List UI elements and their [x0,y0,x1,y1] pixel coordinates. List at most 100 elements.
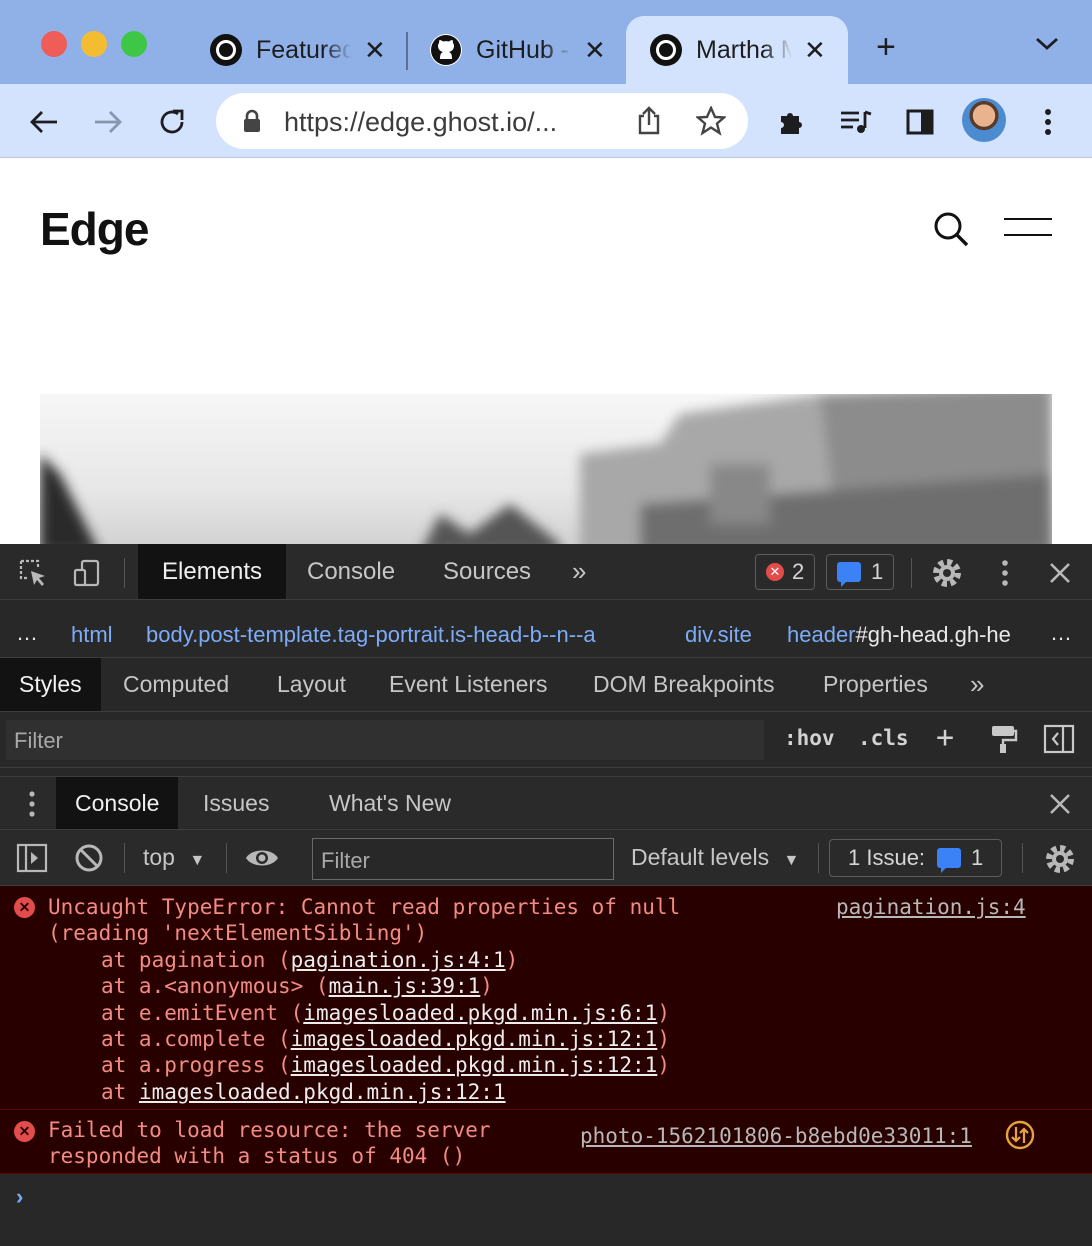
log-levels-dropdown[interactable]: Default levels ▼ [631,844,799,871]
more-tabs-icon[interactable]: » [572,544,586,599]
search-icon[interactable] [932,210,970,253]
devtools-menu-icon[interactable] [988,556,1022,590]
hover-state-toggle[interactable]: :hov [784,726,835,750]
browser-tab-github[interactable]: GitHub - ✕ [430,16,606,84]
console-toolbar: top ▼ Filter Default levels ▼ 1 Issue: 1 [0,830,1092,886]
tab-styles[interactable]: Styles [0,658,101,711]
close-window-button[interactable] [41,31,67,57]
breadcrumb-html[interactable]: html [71,622,113,648]
error-icon: ✕ [14,897,35,918]
live-expression-eye-icon[interactable] [244,846,280,875]
stack-frame: at imagesloaded.pkgd.min.js:12:1 [101,1080,506,1104]
tab-elements[interactable]: Elements [138,544,287,599]
issues-button[interactable]: 1 Issue: 1 [829,839,1003,877]
add-rule-icon[interactable]: + [936,720,954,755]
browser-tab-featured[interactable]: Featured ✕ [210,16,386,84]
tab-title: Martha Milanov [696,35,792,64]
drawer-tab-issues[interactable]: Issues [203,777,269,829]
back-arrow-icon[interactable] [24,102,64,142]
tab-properties[interactable]: Properties [823,658,928,711]
new-tab-icon[interactable]: + [876,30,896,64]
toolbar-divider [911,558,912,588]
minimize-window-button[interactable] [81,31,107,57]
chevron-down-icon[interactable] [1034,36,1060,57]
extensions-puzzle-icon[interactable] [772,102,812,142]
stack-frame-link[interactable]: main.js:39:1 [329,974,481,998]
stack-frame-link[interactable]: imagesloaded.pkgd.min.js:6:1 [303,1001,657,1025]
error-source-link[interactable]: photo-1562101806-b8ebd0e33011:1 [580,1123,972,1149]
tab-strip: Featured ✕ GitHub - ✕ Martha Milanov ✕ + [0,0,1092,84]
message-icon [837,562,861,587]
settings-gear-icon[interactable] [930,556,964,590]
stack-frame: at e.emitEvent (imagesloaded.pkgd.min.js… [101,1001,670,1025]
close-devtools-icon[interactable] [1043,556,1077,590]
close-tab-icon[interactable]: ✕ [364,35,386,66]
show-sidebar-icon[interactable] [16,843,48,878]
forward-arrow-icon[interactable] [88,102,128,142]
drawer-menu-icon[interactable] [28,790,36,823]
reload-icon[interactable] [152,102,192,142]
device-toolbar-icon[interactable] [70,556,104,590]
drawer-tab-console[interactable]: Console [56,777,179,829]
error-text-line: Uncaught TypeError: Cannot read properti… [48,895,681,919]
toolbar-divider [818,843,819,873]
address-bar[interactable]: https://edge.ghost.io/... [216,93,748,149]
tab-title: Featured [256,35,352,64]
console-settings-gear-icon[interactable] [1044,843,1076,880]
breadcrumb-header[interactable]: header#gh-head.gh-he [787,622,1033,648]
media-queue-icon[interactable] [836,102,876,142]
context-selector[interactable]: top ▼ [143,844,205,871]
ghost-favicon-icon [210,34,242,66]
tab-layout[interactable]: Layout [277,658,346,711]
toggle-sidebar-icon[interactable] [1043,724,1075,759]
bookmark-star-icon[interactable] [694,105,728,141]
side-panel-icon[interactable] [900,102,940,142]
maximize-window-button[interactable] [121,31,147,57]
share-icon[interactable] [636,106,662,141]
issues-label: 1 Issue: [848,845,926,870]
tab-computed[interactable]: Computed [123,658,229,711]
breadcrumb-overflow-left[interactable]: … [16,620,38,646]
site-logo[interactable]: Edge [40,202,149,256]
message-count: 1 [871,559,884,584]
message-count-badge[interactable]: 1 [826,554,895,590]
close-drawer-icon[interactable] [1048,792,1072,821]
lock-icon[interactable] [242,109,262,138]
inspect-element-icon[interactable] [16,556,50,590]
stack-frame-link[interactable]: imagesloaded.pkgd.min.js:12:1 [139,1080,506,1104]
toolbar-divider [1022,843,1023,873]
stack-frame-link[interactable]: imagesloaded.pkgd.min.js:12:1 [291,1053,658,1077]
dom-breadcrumb: … html body.post-template.tag-portrait.i… [0,608,1092,658]
hamburger-menu-icon[interactable] [1004,218,1052,238]
tab-sources[interactable]: Sources [443,544,531,599]
console-error-message[interactable]: ✕ Failed to load resource: the server re… [0,1110,1092,1174]
network-request-icon[interactable] [1005,1120,1035,1155]
more-subtabs-icon[interactable]: » [970,658,984,711]
profile-avatar[interactable] [962,98,1006,142]
github-favicon-icon [430,34,462,66]
error-source-link[interactable]: pagination.js:4 [836,894,1026,920]
tab-event-listeners[interactable]: Event Listeners [389,658,548,711]
console-input[interactable] [48,1180,1078,1220]
browser-menu-icon[interactable] [1028,102,1068,142]
breadcrumb-body[interactable]: body.post-template.tag-portrait.is-head-… [146,622,596,648]
styles-filter-input[interactable]: Filter [6,720,764,760]
stack-frame-link[interactable]: imagesloaded.pkgd.min.js:12:1 [291,1027,658,1051]
console-filter-input[interactable]: Filter [312,838,614,880]
breadcrumb-overflow-right[interactable]: … [1050,620,1072,646]
class-toggle[interactable]: .cls [858,726,909,750]
console-prompt-caret-icon[interactable]: › [16,1184,23,1210]
close-tab-icon[interactable]: ✕ [584,35,606,66]
tab-console[interactable]: Console [307,544,395,599]
paint-roller-icon[interactable] [990,724,1018,759]
breadcrumb-div[interactable]: div.site [685,622,752,648]
browser-tab-active[interactable]: Martha Milanov ✕ [626,16,848,84]
styles-filter-row: Filter :hov .cls + [0,712,1092,768]
clear-console-icon[interactable] [74,843,104,878]
console-error-message[interactable]: ✕ Uncaught TypeError: Cannot read proper… [0,886,1092,1110]
drawer-tab-whats-new[interactable]: What's New [329,777,451,829]
error-count-badge[interactable]: ✕ 2 [755,554,816,590]
close-tab-icon[interactable]: ✕ [804,35,826,66]
stack-frame-link[interactable]: pagination.js:4:1 [291,948,506,972]
tab-dom-breakpoints[interactable]: DOM Breakpoints [593,658,775,711]
